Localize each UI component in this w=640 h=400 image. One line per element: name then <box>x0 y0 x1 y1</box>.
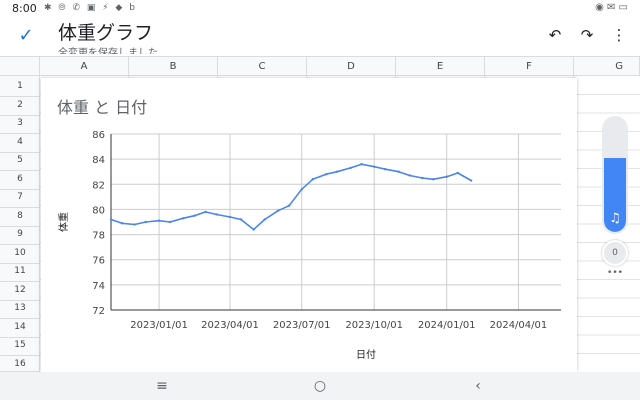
column-header[interactable]: G <box>574 57 640 76</box>
data-point <box>193 214 196 217</box>
mute-toggle-button[interactable]: 0 <box>602 240 628 266</box>
y-tick-label: 76 <box>92 256 105 267</box>
data-point <box>469 179 473 182</box>
x-tick-label: 2023/07/01 <box>273 320 331 331</box>
data-point <box>144 220 147 224</box>
x-tick-label: 2023/10/01 <box>345 320 403 331</box>
data-point <box>287 204 291 207</box>
data-point <box>445 175 448 178</box>
volume-slider[interactable]: ♫ <box>602 116 628 234</box>
column-header[interactable]: B <box>129 57 218 76</box>
app-bar: ✓ 体重グラフ 全変更を保存しました ↶ ↷ ⋮ <box>0 16 640 56</box>
document-title: 体重グラフ <box>58 22 154 44</box>
column-header-row: A B C D E F G <box>0 56 640 76</box>
data-point <box>456 171 459 175</box>
more-dots-icon[interactable]: ••• <box>602 268 628 282</box>
data-point <box>168 220 172 224</box>
data-point <box>133 223 136 226</box>
x-tick-label: 2024/01/01 <box>418 320 476 331</box>
status-bar: 8:00 ✱ ⦾ ✆ ▣ ⚡ ◆ b ◉ ✉ ▭ <box>0 0 640 16</box>
data-point <box>360 162 363 166</box>
save-status: 全変更を保存しました <box>58 48 158 54</box>
data-point <box>324 173 328 176</box>
data-point <box>215 213 218 216</box>
column-header[interactable]: C <box>218 57 307 76</box>
data-point <box>384 168 387 171</box>
x-tick-label: 2023/01/01 <box>130 320 188 331</box>
row-header-column: 1 2 3 4 5 6 7 8 9 10 11 12 13 14 15 16 <box>0 76 40 372</box>
spreadsheet-chart-screen: 8:00 ✱ ⦾ ✆ ▣ ⚡ ◆ b ◉ ✉ ▭ ✓ 体重グラフ 全変更を保存し… <box>0 0 640 400</box>
data-point <box>335 170 339 173</box>
recent-apps-icon[interactable]: ≡ <box>150 376 174 396</box>
system-status-icons: ◉ ✉ ▭ <box>595 2 628 13</box>
data-point <box>252 228 255 231</box>
column-header[interactable]: A <box>40 57 129 76</box>
data-point <box>397 170 400 173</box>
music-note-icon: ♫ <box>609 211 621 226</box>
data-point <box>228 215 232 219</box>
column-header[interactable]: E <box>396 57 485 76</box>
y-tick-label: 86 <box>92 130 105 141</box>
data-point <box>109 218 113 221</box>
navigation-bar: ≡ ○ ‹ <box>0 372 640 400</box>
done-check-icon[interactable]: ✓ <box>14 24 38 48</box>
y-tick-label: 74 <box>92 281 105 292</box>
data-point <box>120 222 124 225</box>
notification-icons: ✱ ⦾ ✆ ▣ ⚡ ◆ b <box>44 3 137 13</box>
data-point <box>373 165 376 168</box>
select-all-corner[interactable] <box>0 57 40 76</box>
line-chart: 72 74 76 78 80 82 84 86 2023/01/01 2023/04/01 2023… <box>57 130 561 361</box>
x-axis-title: 日付 <box>356 348 376 361</box>
data-point <box>432 178 435 181</box>
y-tick-label: 78 <box>92 231 105 242</box>
data-point <box>263 218 266 221</box>
column-header[interactable]: D <box>307 57 396 76</box>
status-time: 8:00 <box>12 2 37 15</box>
x-tick-label: 2024/04/01 <box>490 320 548 331</box>
chart-card[interactable]: 体重 と 日付 72 74 76 78 80 82 84 86 2023/01/01 2023/0… <box>41 78 577 372</box>
y-tick-label: 80 <box>92 205 105 216</box>
column-header[interactable]: F <box>485 57 574 76</box>
y-tick-label: 82 <box>92 180 105 191</box>
data-point <box>182 217 185 220</box>
data-point <box>311 178 314 181</box>
undo-icon[interactable]: ↶ <box>544 24 566 46</box>
data-point <box>300 188 303 191</box>
home-icon[interactable]: ○ <box>308 376 332 396</box>
data-point <box>408 174 411 177</box>
data-point <box>157 219 161 222</box>
row-header[interactable]: 16 <box>0 354 40 372</box>
x-tick-label: 2023/04/01 <box>201 320 259 331</box>
data-point <box>204 210 207 214</box>
data-point <box>421 176 424 180</box>
data-point <box>239 218 243 221</box>
data-point <box>349 166 352 170</box>
y-tick-label: 72 <box>92 306 105 317</box>
data-point <box>276 209 280 212</box>
back-icon[interactable]: ‹ <box>466 376 490 396</box>
redo-icon[interactable]: ↷ <box>576 24 598 46</box>
y-tick-label: 84 <box>92 155 105 166</box>
y-axis-title: 体重 <box>57 212 70 232</box>
more-options-icon[interactable]: ⋮ <box>608 24 630 46</box>
series-line-0 <box>110 163 472 231</box>
